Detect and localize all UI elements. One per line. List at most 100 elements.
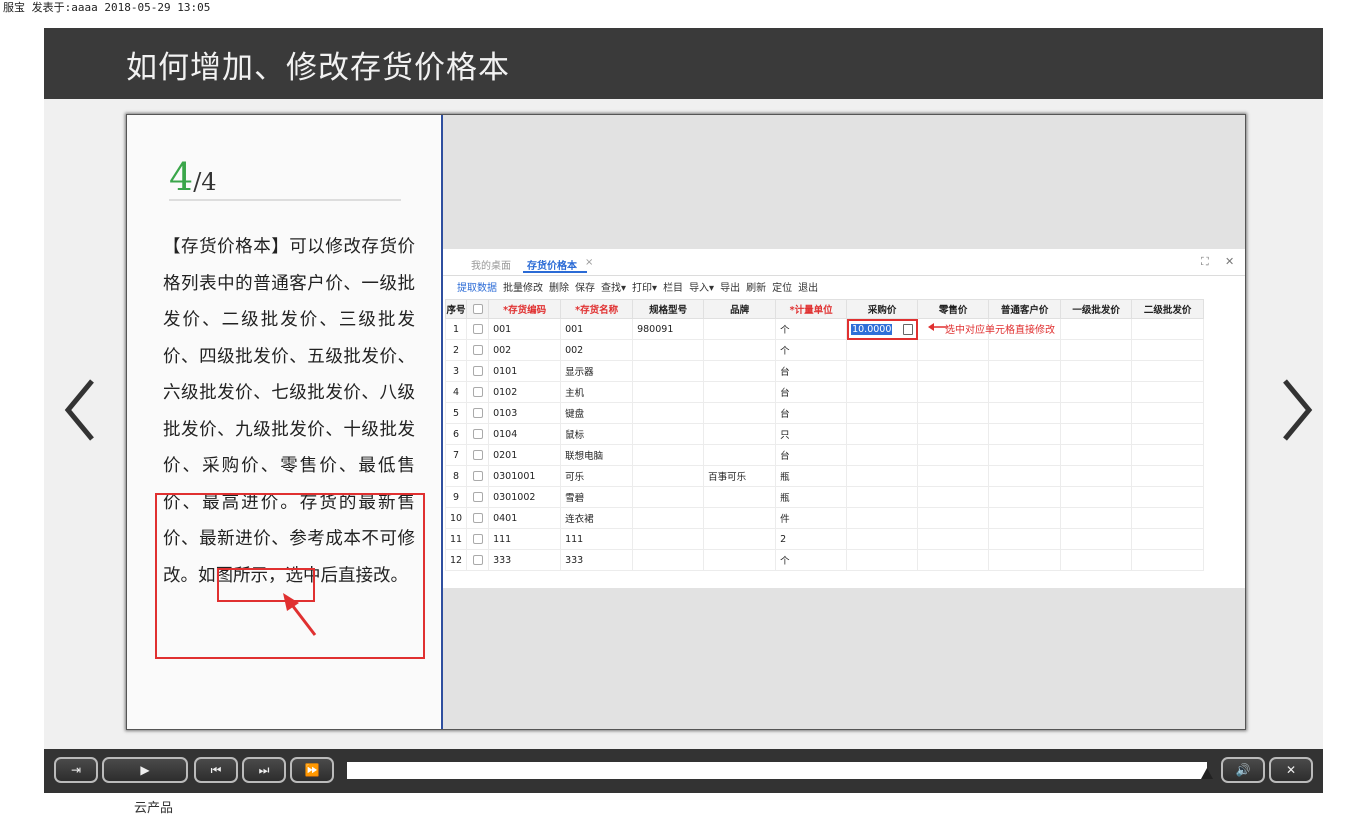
cell-code[interactable]: 0102 [488, 381, 562, 403]
cell-code[interactable]: 0401 [488, 507, 562, 529]
cell-wholesale-2[interactable] [1131, 465, 1205, 487]
cell-wholesale-1[interactable] [1060, 402, 1133, 424]
cell-name[interactable]: 主机 [560, 381, 634, 403]
cell-retail-price[interactable] [917, 402, 990, 424]
cell-brand[interactable] [703, 318, 777, 340]
close-icon[interactable]: ✕ [1225, 255, 1234, 268]
cell-brand[interactable] [703, 549, 777, 571]
cell-retail-price[interactable] [917, 360, 990, 382]
col-wholesale-1[interactable]: 一级批发价 [1060, 299, 1133, 319]
cell-retail-price[interactable] [917, 507, 990, 529]
cell-code[interactable]: 333 [488, 549, 562, 571]
cell-code[interactable]: 002 [488, 339, 562, 361]
cell-unit[interactable]: 台 [775, 444, 848, 466]
cell-customer-price[interactable] [988, 381, 1062, 403]
cell-retail-price[interactable] [917, 423, 990, 445]
exit-button[interactable]: ⇥ [54, 757, 98, 783]
cell-code[interactable]: 0101 [488, 360, 562, 382]
checkbox-icon[interactable] [472, 324, 483, 334]
cell-code[interactable]: 001 [488, 318, 562, 340]
cell-customer-price[interactable] [988, 528, 1062, 550]
row-checkbox[interactable] [466, 528, 490, 550]
toolbar-find[interactable]: 查找▾ [601, 283, 626, 294]
play-button[interactable]: ▶ [102, 757, 188, 783]
row-checkbox[interactable] [466, 318, 490, 340]
table-row[interactable]: 2 002 002 个 [444, 339, 1205, 361]
cell-purchase-price[interactable] [846, 339, 919, 361]
close-player-button[interactable]: ✕ [1269, 757, 1313, 783]
cell-spec[interactable] [632, 507, 705, 529]
cell-retail-price[interactable] [917, 528, 990, 550]
cell-purchase-price[interactable] [846, 360, 919, 382]
cell-name[interactable]: 可乐 [560, 465, 634, 487]
cell-name[interactable]: 显示器 [560, 360, 634, 382]
col-retail-price[interactable]: 零售价 [917, 299, 990, 319]
cell-unit[interactable]: 个 [775, 549, 848, 571]
tab-desktop[interactable]: 我的桌面 [471, 257, 511, 272]
table-row[interactable]: 9 0301002 雪碧 瓶 [444, 486, 1205, 508]
cell-unit[interactable]: 台 [775, 381, 848, 403]
toolbar-batch-edit[interactable]: 批量修改 [503, 283, 543, 294]
toolbar-delete[interactable]: 删除 [549, 283, 569, 294]
cell-brand[interactable] [703, 381, 777, 403]
cell-wholesale-1[interactable] [1060, 381, 1133, 403]
tab-price-book[interactable]: 存货价格本 [527, 257, 577, 272]
cell-wholesale-1[interactable] [1060, 318, 1133, 340]
cell-customer-price[interactable] [988, 465, 1062, 487]
cell-name[interactable]: 键盘 [560, 402, 634, 424]
toolbar-extract[interactable]: 提取数据 [457, 283, 497, 294]
cell-spec[interactable] [632, 486, 705, 508]
cell-wholesale-1[interactable] [1060, 549, 1133, 571]
progress-handle[interactable] [1201, 768, 1213, 779]
cell-purchase-price[interactable] [846, 423, 919, 445]
cell-wholesale-2[interactable] [1131, 423, 1205, 445]
cell-spec[interactable] [632, 381, 705, 403]
cell-unit[interactable]: 2 [775, 528, 848, 550]
toolbar-print[interactable]: 打印▾ [632, 283, 657, 294]
cell-customer-price[interactable] [988, 507, 1062, 529]
row-checkbox[interactable] [466, 339, 490, 361]
cell-unit[interactable]: 台 [775, 360, 848, 382]
cell-brand[interactable] [703, 528, 777, 550]
cell-brand[interactable] [703, 423, 777, 445]
cell-brand[interactable] [703, 360, 777, 382]
cell-purchase-price[interactable] [846, 465, 919, 487]
checkbox-icon[interactable] [472, 471, 483, 481]
cell-spec[interactable] [632, 528, 705, 550]
toolbar-refresh[interactable]: 刷新 [746, 283, 766, 294]
checkbox-icon[interactable] [472, 555, 483, 565]
cell-brand[interactable] [703, 339, 777, 361]
calculator-icon[interactable] [903, 324, 914, 335]
table-row[interactable]: 12 333 333 个 [444, 549, 1205, 571]
cell-spec[interactable] [632, 423, 705, 445]
cell-customer-price[interactable] [988, 549, 1062, 571]
cell-name[interactable]: 333 [560, 549, 634, 571]
cell-purchase-price[interactable] [846, 486, 919, 508]
col-select-all[interactable] [466, 299, 490, 319]
checkbox-icon[interactable] [472, 304, 483, 314]
row-checkbox[interactable] [466, 465, 490, 487]
row-checkbox[interactable] [466, 381, 490, 403]
cell-purchase-price[interactable] [846, 444, 919, 466]
cell-unit[interactable]: 台 [775, 402, 848, 424]
col-unit[interactable]: *计量单位 [775, 299, 848, 319]
checkbox-icon[interactable] [472, 513, 483, 523]
cell-unit[interactable]: 只 [775, 423, 848, 445]
checkbox-icon[interactable] [472, 366, 483, 376]
cell-wholesale-2[interactable] [1131, 381, 1205, 403]
row-checkbox[interactable] [466, 507, 490, 529]
cell-unit[interactable]: 瓶 [775, 465, 848, 487]
cell-spec[interactable] [632, 360, 705, 382]
cell-retail-price[interactable] [917, 465, 990, 487]
cell-code[interactable]: 0103 [488, 402, 562, 424]
cell-retail-price[interactable] [917, 339, 990, 361]
cell-code[interactable]: 0301001 [488, 465, 562, 487]
cell-purchase-price[interactable] [846, 507, 919, 529]
cell-purchase-price[interactable] [846, 402, 919, 424]
table-row[interactable]: 5 0103 键盘 台 [444, 402, 1205, 424]
checkbox-icon[interactable] [472, 429, 483, 439]
cell-code[interactable]: 111 [488, 528, 562, 550]
cell-purchase-price[interactable] [846, 381, 919, 403]
cell-retail-price[interactable] [917, 381, 990, 403]
previous-button[interactable]: ⏮ [194, 757, 238, 783]
